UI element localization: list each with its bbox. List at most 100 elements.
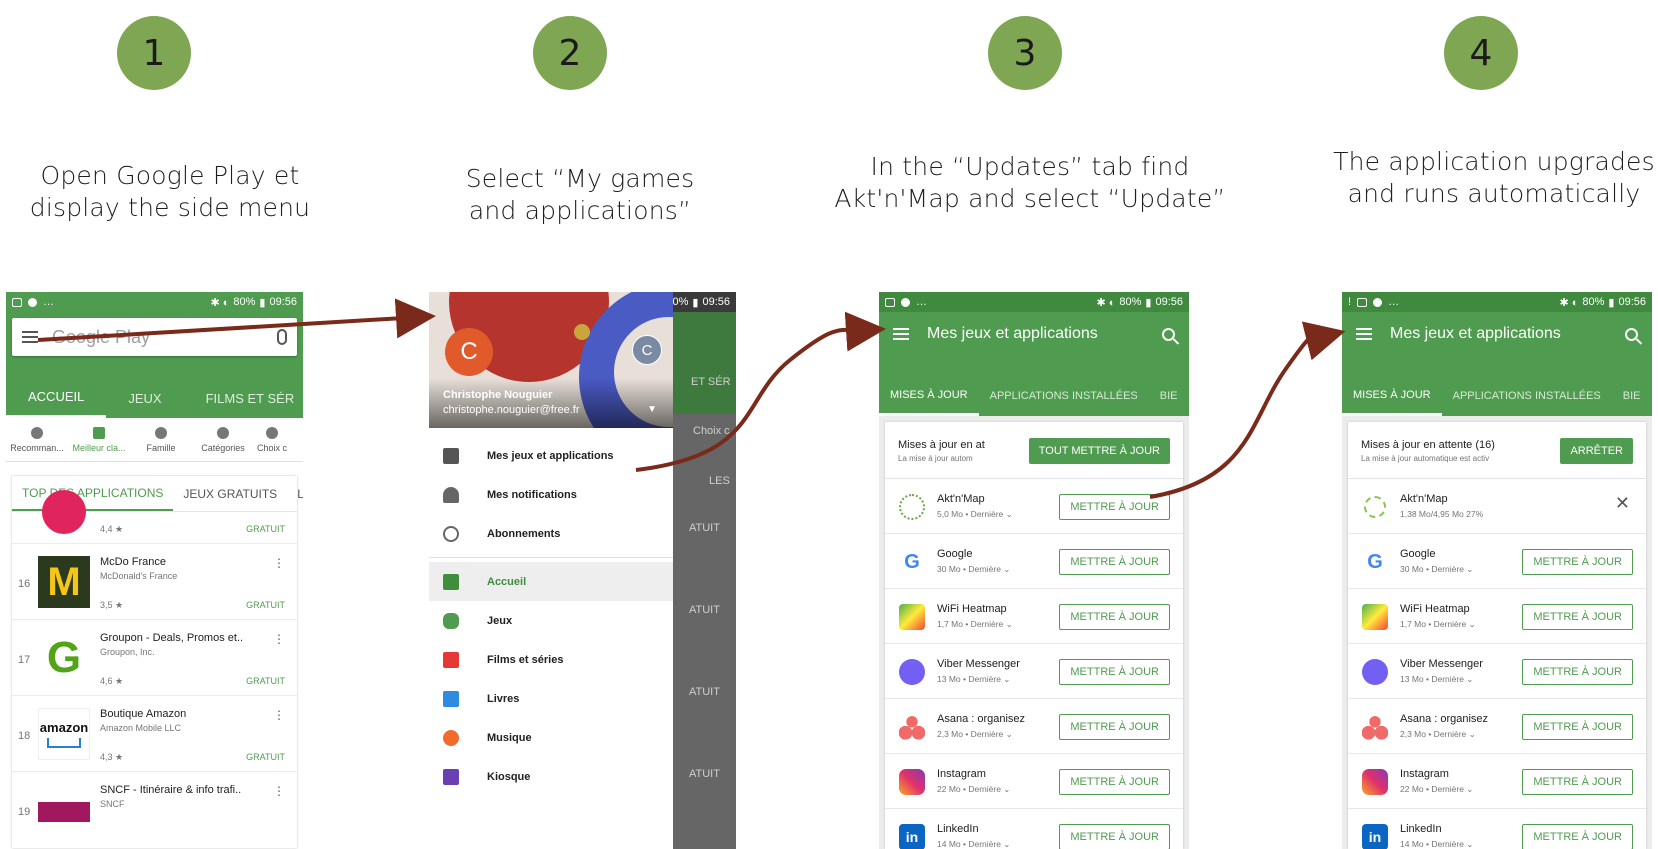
menu-item-games[interactable]: Jeux bbox=[429, 601, 673, 640]
menu-item-my-apps[interactable]: Mes jeux et applications bbox=[429, 436, 673, 475]
update-button[interactable]: METTRE À JOUR bbox=[1522, 824, 1633, 849]
update-row-google: G Google 30 Mo • Dernière ⌄ METTRE À JOU… bbox=[1348, 534, 1646, 589]
update-button[interactable]: METTRE À JOUR bbox=[1059, 659, 1170, 685]
category-recommended[interactable]: Recomman... bbox=[6, 418, 68, 461]
auto-update-label: La mise à jour automatique est activ bbox=[1361, 454, 1490, 463]
tab-installed[interactable]: APPLICATIONS INSTALLÉES bbox=[1442, 376, 1612, 416]
menu-item-subscriptions[interactable]: Abonnements bbox=[429, 514, 673, 553]
menu-item-home[interactable]: Accueil bbox=[429, 562, 673, 601]
app-meta[interactable]: 5,0 Mo • Dernière ⌄ bbox=[937, 509, 1013, 520]
category-family[interactable]: Famille bbox=[130, 418, 192, 461]
update-button[interactable]: METTRE À JOUR bbox=[1059, 769, 1170, 795]
search-input[interactable]: Google Play bbox=[52, 327, 277, 348]
more-icon[interactable]: ⋮ bbox=[273, 784, 285, 798]
list-item[interactable]: 19 SNCF - Itinéraire & info trafi.. SNCF… bbox=[12, 772, 297, 848]
battery-level: 80% bbox=[1119, 296, 1142, 308]
tab-installed[interactable]: APPLICATIONS INSTALLÉES bbox=[979, 376, 1149, 416]
sncf-icon bbox=[38, 802, 90, 822]
app-meta[interactable]: 30 Mo • Dernière ⌄ bbox=[937, 564, 1010, 575]
secondary-avatar[interactable]: C bbox=[632, 335, 662, 365]
stop-button[interactable]: ARRÊTER bbox=[1560, 438, 1633, 464]
app-name: Akt'n'Map bbox=[1400, 493, 1448, 505]
update-button[interactable]: METTRE À JOUR bbox=[1522, 714, 1633, 740]
tab-films[interactable]: FILMS ET SÉR bbox=[184, 378, 303, 418]
status-bar: … ✱ ◐ 80% ▮ 09:56 bbox=[879, 292, 1189, 312]
menu-icon[interactable] bbox=[22, 331, 38, 343]
menu-label: Livres bbox=[487, 692, 520, 705]
update-button[interactable]: METTRE À JOUR bbox=[1522, 659, 1633, 685]
aktnmap-icon bbox=[899, 494, 925, 520]
bg-price-label: ATUIT bbox=[689, 768, 720, 780]
app-meta[interactable]: 13 Mo • Dernière ⌄ bbox=[937, 674, 1010, 685]
list-item[interactable]: 4,4 ★ GRATUIT bbox=[12, 490, 297, 544]
phone-3-updates: … ✱ ◐ 80% ▮ 09:56 Mes jeux et applications … bbox=[879, 292, 1189, 849]
rating: 3,5 ★ bbox=[100, 600, 124, 610]
tab-jeux[interactable]: JEUX bbox=[106, 378, 183, 418]
search-icon[interactable] bbox=[1625, 327, 1638, 341]
update-button[interactable]: METTRE À JOUR bbox=[1522, 769, 1633, 795]
menu-item-books[interactable]: Livres bbox=[429, 679, 673, 718]
refresh-icon bbox=[443, 525, 459, 542]
avatar[interactable]: C bbox=[445, 328, 493, 376]
menu-label: Mes notifications bbox=[487, 488, 577, 501]
more-icon[interactable]: ⋮ bbox=[273, 556, 285, 570]
update-button[interactable]: METTRE À JOUR bbox=[1522, 604, 1633, 630]
battery-icon: ▮ bbox=[259, 296, 266, 309]
step-2-circle: 2 bbox=[533, 16, 607, 90]
menu-item-movies[interactable]: Films et séries bbox=[429, 640, 673, 679]
google-icon: G bbox=[1362, 549, 1388, 575]
step-2-text: Select “My games and applications” bbox=[430, 163, 730, 227]
star-icon bbox=[155, 426, 167, 439]
app-meta[interactable]: 2,3 Mo • Dernière ⌄ bbox=[937, 729, 1013, 740]
more-icon[interactable]: ⋮ bbox=[273, 708, 285, 722]
subtab-free-games[interactable]: JEUX GRATUITS bbox=[173, 476, 287, 511]
list-item[interactable]: 17 G Groupon - Deals, Promos et.. Groupo… bbox=[12, 620, 297, 696]
update-button[interactable]: METTRE À JOUR bbox=[1059, 714, 1170, 740]
category-editors-choice[interactable]: Choix c bbox=[254, 418, 290, 461]
update-button[interactable]: METTRE À JOUR bbox=[1059, 604, 1170, 630]
update-button[interactable]: METTRE À JOUR bbox=[1059, 549, 1170, 575]
app-meta[interactable]: 14 Mo • Dernière ⌄ bbox=[937, 839, 1010, 849]
cancel-download-icon[interactable]: ✕ bbox=[1615, 493, 1630, 514]
notification-icon bbox=[1373, 297, 1383, 307]
app-meta[interactable]: 22 Mo • Dernière ⌄ bbox=[937, 784, 1010, 795]
more-icon[interactable]: ⋮ bbox=[273, 632, 285, 646]
account-dropdown-icon[interactable]: ▼ bbox=[647, 404, 657, 415]
app-meta[interactable]: 1,7 Mo • Dernière ⌄ bbox=[1400, 619, 1476, 630]
tab-library[interactable]: BIE bbox=[1612, 376, 1652, 416]
step-2-line-2: and applications” bbox=[468, 196, 692, 225]
mic-icon[interactable] bbox=[277, 329, 287, 345]
gamepad-icon bbox=[443, 612, 459, 629]
tab-updates[interactable]: MISES À JOUR bbox=[1342, 376, 1442, 416]
menu-item-newsstand[interactable]: Kiosque bbox=[429, 757, 673, 796]
app-meta[interactable]: 2,3 Mo • Dernière ⌄ bbox=[1400, 729, 1476, 740]
tab-library[interactable]: BIE bbox=[1149, 376, 1189, 416]
update-button[interactable]: METTRE À JOUR bbox=[1522, 549, 1633, 575]
search-icon[interactable] bbox=[1162, 327, 1175, 341]
app-meta[interactable]: 30 Mo • Dernière ⌄ bbox=[1400, 564, 1473, 575]
list-item[interactable]: 18 amazon Boutique Amazon Amazon Mobile … bbox=[12, 696, 297, 772]
subtab-more[interactable]: LES bbox=[287, 476, 303, 511]
subtab-top-apps[interactable]: TOP DES APPLICATIONS bbox=[12, 476, 174, 511]
search-bar[interactable]: Google Play bbox=[12, 318, 297, 356]
update-button[interactable]: METTRE À JOUR bbox=[1059, 824, 1170, 849]
tab-updates[interactable]: MISES À JOUR bbox=[879, 376, 979, 416]
step-4-text: The application upgrades and runs automa… bbox=[1330, 146, 1658, 210]
list-item[interactable]: 16 M McDo France McDonald's France 3,5 ★… bbox=[12, 544, 297, 620]
menu-icon[interactable] bbox=[1356, 328, 1372, 340]
app-meta[interactable]: 13 Mo • Dernière ⌄ bbox=[1400, 674, 1473, 685]
category-top-charts[interactable]: Meilleur cla... bbox=[68, 418, 130, 461]
menu-item-notifications[interactable]: Mes notifications bbox=[429, 475, 673, 514]
menu-item-music[interactable]: Musique bbox=[429, 718, 673, 757]
category-categories[interactable]: Catégories bbox=[192, 418, 254, 461]
app-meta[interactable]: 1,7 Mo • Dernière ⌄ bbox=[937, 619, 1013, 630]
update-button[interactable]: METTRE À JOUR bbox=[1059, 494, 1170, 520]
apps-grid-icon bbox=[443, 447, 459, 464]
app-meta[interactable]: 14 Mo • Dernière ⌄ bbox=[1400, 839, 1473, 849]
pending-updates-label: Mises à jour en attente (16) bbox=[1361, 439, 1495, 451]
tab-accueil[interactable]: ACCUEIL bbox=[6, 378, 107, 418]
menu-icon[interactable] bbox=[893, 328, 909, 340]
update-all-button[interactable]: TOUT METTRE À JOUR bbox=[1028, 438, 1170, 464]
app-meta[interactable]: 22 Mo • Dernière ⌄ bbox=[1400, 784, 1473, 795]
asana-icon bbox=[899, 714, 925, 740]
